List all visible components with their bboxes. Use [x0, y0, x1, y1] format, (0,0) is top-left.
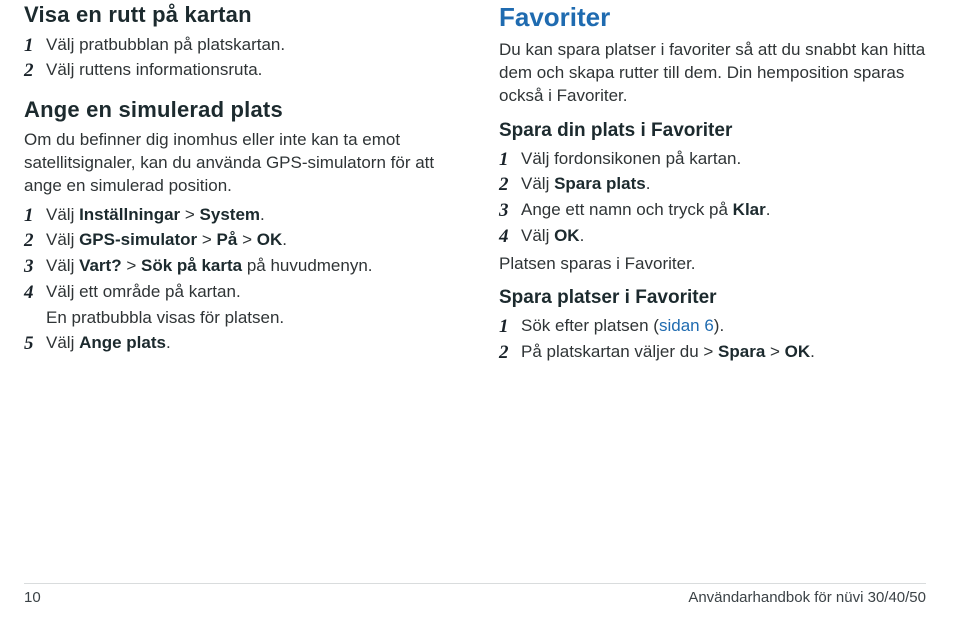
footer-title: Användarhandbok för nüvi 30/40/50 — [688, 588, 926, 608]
heading-simulated-location: Ange en simulerad plats — [24, 95, 451, 125]
step-number: 4 — [24, 281, 46, 305]
step-number: 2 — [499, 173, 521, 197]
step-number: 4 — [499, 225, 521, 249]
list-item: 3 Ange ett namn och tryck på Klar. — [499, 199, 926, 223]
step-text: Välj Spara plats. — [521, 173, 926, 196]
manual-page: Visa en rutt på kartan 1 Välj pratbubbla… — [0, 0, 960, 620]
two-column-layout: Visa en rutt på kartan 1 Välj pratbubbla… — [24, 0, 926, 367]
list-item: 2 Välj GPS-simulator > På > OK. — [24, 229, 451, 253]
paragraph-simulated-intro: Om du befinner dig inomhus eller inte ka… — [24, 129, 451, 198]
step-text: Välj ruttens informationsruta. — [46, 59, 451, 82]
page-reference-link[interactable]: sidan 6 — [659, 316, 714, 335]
heading-show-route: Visa en rutt på kartan — [24, 0, 451, 30]
step-text: Välj Vart? > Sök på karta på huvudmenyn. — [46, 255, 451, 278]
list-item: 4 Välj ett område på kartan. — [24, 281, 451, 305]
list-item: 3 Välj Vart? > Sök på karta på huvudmeny… — [24, 255, 451, 279]
heading-save-your-location: Spara din plats i Favoriter — [499, 118, 926, 144]
step-number: 2 — [24, 59, 46, 83]
step-text: Välj fordonsikonen på kartan. — [521, 148, 926, 171]
list-item: 1 Sök efter platsen (sidan 6). — [499, 315, 926, 339]
step-text: Välj pratbubblan på platskartan. — [46, 34, 451, 57]
list-item: 5 Välj Ange plats. — [24, 332, 451, 356]
right-column: Favoriter Du kan spara platser i favorit… — [499, 0, 926, 367]
page-number: 10 — [24, 588, 41, 608]
step-number: 3 — [499, 199, 521, 223]
list-simulated: 1 Välj Inställningar > System. 2 Välj GP… — [24, 204, 451, 356]
step-text: Välj Ange plats. — [46, 332, 451, 355]
step-text: Välj ett område på kartan. — [46, 281, 451, 304]
heading-save-locations: Spara platser i Favoriter — [499, 285, 926, 311]
left-column: Visa en rutt på kartan 1 Välj pratbubbla… — [24, 0, 451, 367]
list-show-route: 1 Välj pratbubblan på platskartan. 2 Väl… — [24, 34, 451, 84]
list-save-locations: 1 Sök efter platsen (sidan 6). 2 På plat… — [499, 315, 926, 365]
step-number: 3 — [24, 255, 46, 279]
note-saved-in-favorites: Platsen sparas i Favoriter. — [499, 253, 926, 276]
list-item: 1 Välj Inställningar > System. — [24, 204, 451, 228]
heading-favorites: Favoriter — [499, 0, 926, 35]
paragraph-favorites-intro: Du kan spara platser i favoriter så att … — [499, 39, 926, 108]
step-text: Ange ett namn och tryck på Klar. — [521, 199, 926, 222]
step-text: Välj Inställningar > System. — [46, 204, 451, 227]
list-save-your-location: 1 Välj fordonsikonen på kartan. 2 Välj S… — [499, 148, 926, 249]
list-item: 4 Välj OK. — [499, 225, 926, 249]
step-number: 2 — [499, 341, 521, 365]
step-number: 1 — [499, 148, 521, 172]
list-item: 1 Välj pratbubblan på platskartan. — [24, 34, 451, 58]
step-text: Välj GPS-simulator > På > OK. — [46, 229, 451, 252]
step-text: Välj OK. — [521, 225, 926, 248]
step-number: 1 — [24, 34, 46, 58]
list-item: 1 Välj fordonsikonen på kartan. — [499, 148, 926, 172]
step-text: Sök efter platsen (sidan 6). — [521, 315, 926, 338]
step-number: 1 — [499, 315, 521, 339]
step-number: 1 — [24, 204, 46, 228]
step-number: 2 — [24, 229, 46, 253]
step-note: En pratbubbla visas för platsen. — [46, 307, 451, 330]
page-footer: 10 Användarhandbok för nüvi 30/40/50 — [24, 583, 926, 608]
list-item: 2 Välj Spara plats. — [499, 173, 926, 197]
list-item: 2 På platskartan väljer du > Spara > OK. — [499, 341, 926, 365]
step-text: På platskartan väljer du > Spara > OK. — [521, 341, 926, 364]
step-number: 5 — [24, 332, 46, 356]
list-item: 2 Välj ruttens informationsruta. — [24, 59, 451, 83]
